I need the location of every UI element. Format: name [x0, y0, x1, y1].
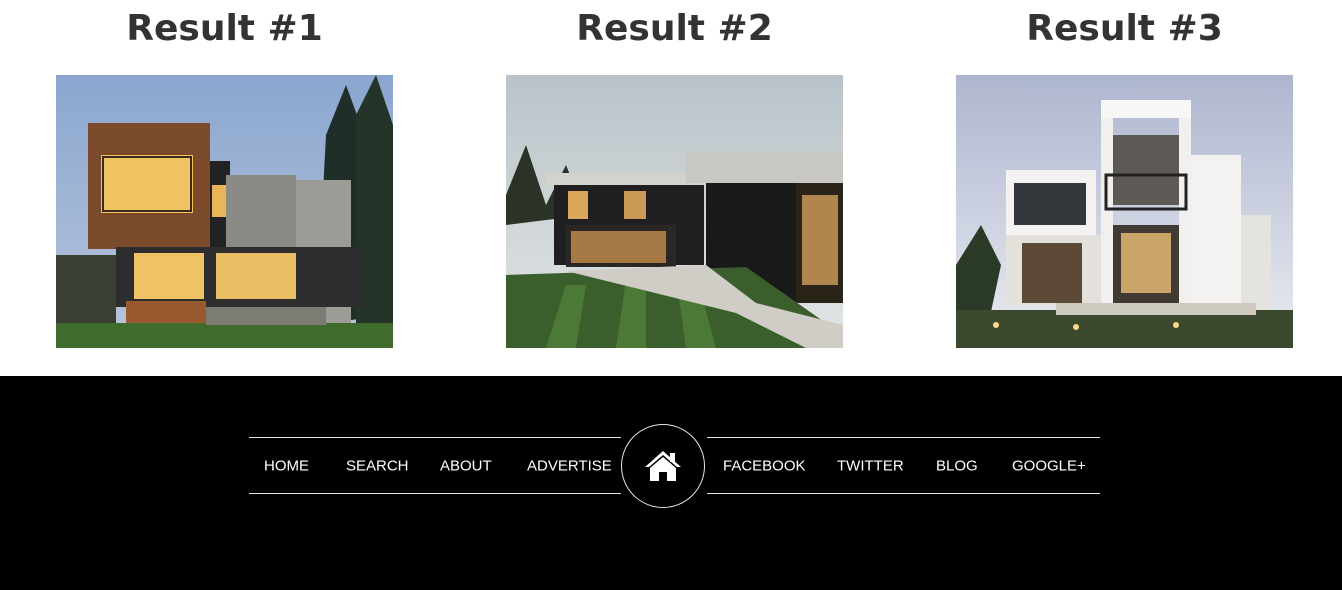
result-card-2: Result #2 — [506, 0, 843, 348]
footer-nav-left: HOME SEARCH ABOUT ADVERTISE — [249, 437, 621, 494]
site-footer: HOME SEARCH ABOUT ADVERTISE FACEBOOK TWI… — [0, 376, 1342, 590]
nav-link-advertise[interactable]: ADVERTISE — [527, 457, 612, 474]
result-title: Result #3 — [1026, 8, 1223, 49]
nav-link-about[interactable]: ABOUT — [440, 457, 492, 474]
nav-link-twitter[interactable]: TWITTER — [837, 457, 904, 474]
nav-link-search[interactable]: SEARCH — [346, 457, 409, 474]
results-section: Result #1 Result #2 Result #3 — [0, 0, 1342, 376]
result-title: Result #1 — [126, 8, 323, 49]
result-card-3: Result #3 — [956, 0, 1293, 348]
result-card-1: Result #1 — [56, 0, 393, 348]
nav-link-home[interactable]: HOME — [264, 457, 309, 474]
nav-link-facebook[interactable]: FACEBOOK — [723, 457, 806, 474]
result-image-1[interactable] — [56, 75, 393, 348]
footer-nav-right: FACEBOOK TWITTER BLOG GOOGLE+ — [707, 437, 1100, 494]
result-title: Result #2 — [576, 8, 773, 49]
result-image-3[interactable] — [956, 75, 1293, 348]
house-photo-image — [956, 75, 1293, 348]
nav-link-blog[interactable]: BLOG — [936, 457, 978, 474]
house-photo-image — [506, 75, 843, 348]
result-image-2[interactable] — [506, 75, 843, 348]
home-button[interactable] — [621, 424, 705, 508]
nav-link-google-plus[interactable]: GOOGLE+ — [1012, 457, 1086, 474]
home-icon — [645, 451, 681, 481]
house-photo-image — [56, 75, 393, 348]
